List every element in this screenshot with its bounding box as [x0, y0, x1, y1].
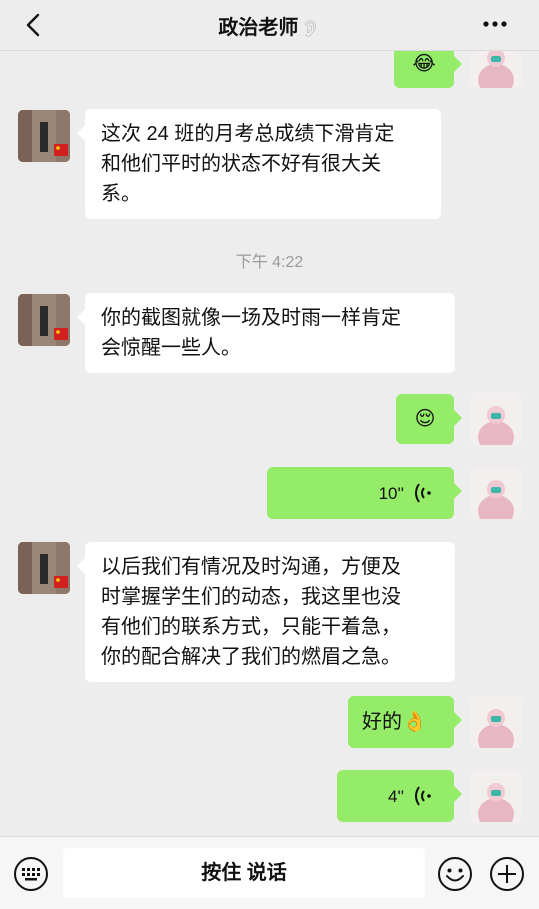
- message-line: 时掌握学生们的动态，我这里也没: [101, 586, 401, 608]
- avatar-self[interactable]: [470, 770, 522, 822]
- avatar-contact[interactable]: [18, 294, 70, 346]
- hold-to-talk-button[interactable]: 按住 说话: [63, 848, 425, 898]
- smiley-icon[interactable]: [437, 856, 473, 892]
- message-line: 这次 24 班的月考总成绩下滑肯定: [101, 123, 395, 145]
- chat-title: 政治老师 👂︎: [0, 11, 539, 40]
- message-line: 和他们平时的状态不好有很大关: [101, 153, 381, 175]
- input-bar: 按住 说话: [0, 836, 539, 909]
- chat-header: 政治老师 👂︎: [0, 0, 539, 51]
- voice-message[interactable]: 10'': [267, 467, 462, 519]
- keyboard-icon[interactable]: [13, 856, 49, 892]
- message-bubble[interactable]: 你的截图就像一场及时雨一样肯定 会惊醒一些人。: [77, 293, 455, 373]
- voice-duration: 10'': [378, 484, 404, 503]
- emoji-content: 😂: [412, 53, 436, 75]
- message-text: 好的👌: [362, 711, 427, 733]
- timestamp: 下午 4:22: [235, 254, 304, 271]
- message-line: 系。: [101, 183, 141, 205]
- message-line: 有他们的联系方式，只能干着急，: [101, 616, 401, 638]
- voice-wave-icon: [415, 483, 431, 503]
- message-line: 会惊醒一些人。: [101, 337, 241, 359]
- voice-duration: 4'': [388, 787, 404, 806]
- avatar-contact[interactable]: [18, 542, 70, 594]
- avatar-self[interactable]: [470, 467, 522, 519]
- avatar-self[interactable]: [470, 51, 522, 88]
- avatar-contact[interactable]: [18, 110, 70, 162]
- message-line: 你的配合解决了我们的燃眉之急。: [101, 646, 401, 668]
- voice-message[interactable]: 4'': [337, 770, 462, 822]
- message-bubble[interactable]: 😂: [394, 51, 462, 88]
- message-bubble[interactable]: 😌: [396, 394, 462, 444]
- message-line: 以后我们有情况及时沟通，方便及: [101, 556, 401, 578]
- avatar-self[interactable]: [470, 696, 522, 748]
- message-bubble[interactable]: 这次 24 班的月考总成绩下滑肯定 和他们平时的状态不好有很大关 系。: [77, 109, 441, 219]
- message-bubble[interactable]: 以后我们有情况及时沟通，方便及 时掌握学生们的动态，我这里也没 有他们的联系方式…: [77, 542, 455, 682]
- more-dots-icon[interactable]: [481, 14, 509, 34]
- message-list[interactable]: 😂 这次 24 班的月考总成绩下滑肯定 和他们平时的状态不好有很大关 系。 下午…: [0, 51, 539, 835]
- ear-icon: 👂︎: [300, 21, 321, 38]
- voice-wave-icon: [415, 786, 431, 806]
- emoji-content: 😌: [414, 408, 436, 430]
- message-bubble[interactable]: 好的👌: [348, 696, 462, 748]
- message-line: 你的截图就像一场及时雨一样肯定: [101, 307, 401, 329]
- contact-name: 政治老师: [218, 17, 299, 39]
- plus-circle-icon[interactable]: [489, 856, 525, 892]
- avatar-self[interactable]: [470, 393, 522, 445]
